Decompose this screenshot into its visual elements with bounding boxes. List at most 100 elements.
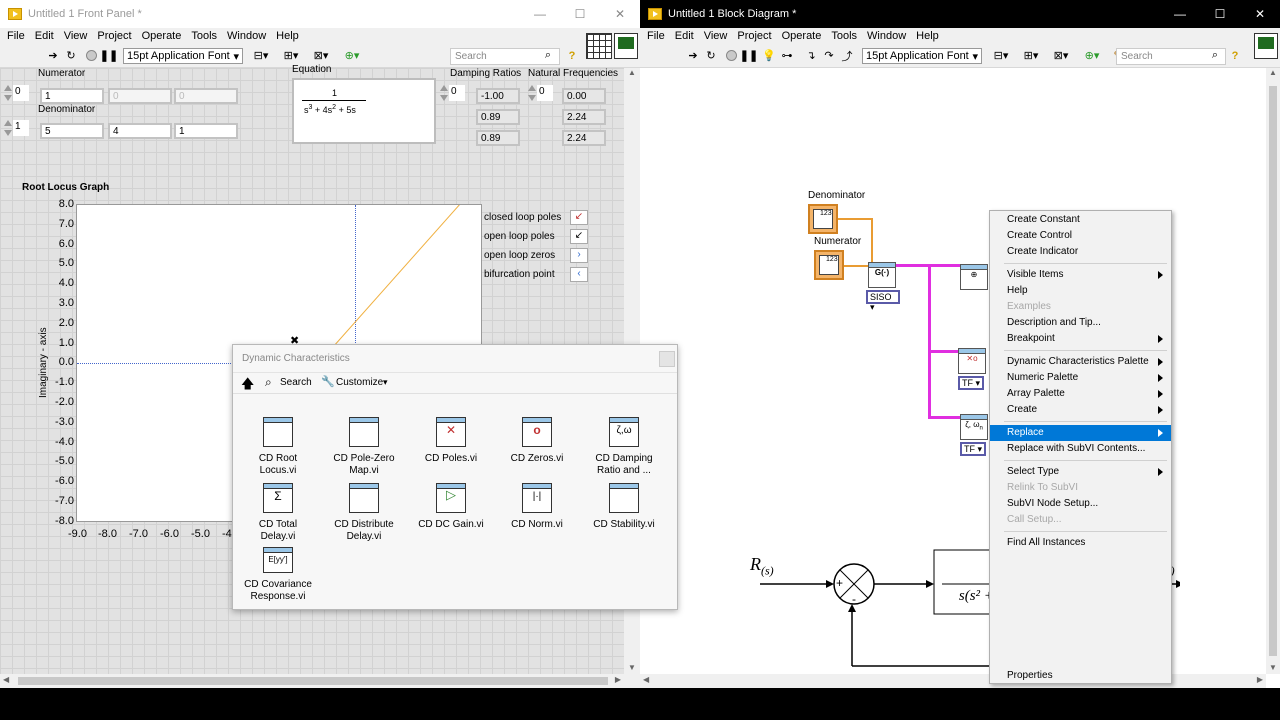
palette-item-cd-total-delay[interactable]: Σ CD Total Delay.vi (235, 483, 321, 543)
block-diagram-canvas[interactable]: Denominator 123 Numerator 123 G(·) SISO … (640, 68, 1266, 674)
palette-item-cd-stability[interactable]: CD Stability.vi (581, 483, 667, 531)
legend-swatch-open-zeros[interactable]: › (570, 248, 588, 263)
scroll-left-icon[interactable]: ◀ (3, 675, 9, 684)
natural-index[interactable]: 0 (528, 85, 554, 101)
search-icon[interactable]: ⌕ (541, 48, 555, 63)
font-select[interactable]: 15pt Application Font ▾ (123, 48, 243, 64)
highlight-execution-icon[interactable]: 💡 (762, 48, 776, 63)
ctx-breakpoint[interactable]: Breakpoint (990, 331, 1171, 347)
block-diagram-hscroll[interactable]: ◀ ▶ (640, 674, 1266, 688)
root-locus-node[interactable]: ⊕ (960, 264, 988, 290)
ctx-properties[interactable]: Properties (990, 668, 1171, 684)
step-out-icon[interactable]: ⤴ (840, 48, 854, 63)
menu-edit[interactable]: Edit (35, 30, 54, 42)
scroll-thumb[interactable] (18, 677, 608, 685)
ctx-help[interactable]: Help (990, 283, 1171, 299)
damping-index[interactable]: 0 (440, 85, 466, 101)
abort-icon[interactable] (724, 48, 738, 63)
scroll-up-icon[interactable]: ▲ (624, 68, 640, 77)
menu-operate[interactable]: Operate (782, 30, 822, 42)
ctx-find-all-instances[interactable]: Find All Instances (990, 535, 1171, 551)
tf-selector-1[interactable]: TF ▾ (958, 376, 984, 390)
numerator-index[interactable]: 0 (4, 85, 30, 101)
ctx-description-and-tip[interactable]: Description and Tip... (990, 315, 1171, 331)
denominator-element-0[interactable]: 5 (40, 123, 104, 139)
reorder-icon[interactable]: ⊕▾ (1080, 48, 1104, 63)
distribute-objects-icon[interactable]: ⊞▾ (1020, 48, 1042, 63)
ctx-replace[interactable]: Replace (990, 425, 1171, 441)
pause-icon[interactable]: ❚❚ (100, 48, 118, 63)
ctx-create[interactable]: Create (990, 402, 1171, 418)
palette-item-cd-pole-zero-map[interactable]: CD Pole-Zero Map.vi (321, 417, 407, 477)
menu-project[interactable]: Project (737, 30, 771, 42)
palette-close-icon[interactable] (659, 351, 675, 367)
pole-zero-map-node[interactable]: ✕o (958, 348, 986, 374)
palette-item-cd-damping-ratio[interactable]: ζ,ω CD Damping Ratio and ... (581, 417, 667, 477)
palette-wrench-icon[interactable]: 🔧 (321, 375, 335, 388)
step-over-icon[interactable]: ↷ (822, 48, 836, 63)
damping-ratio-node[interactable]: ζ, ωn (960, 414, 988, 440)
font-select[interactable]: 15pt Application Font ▾ (862, 48, 982, 64)
scroll-down-icon[interactable]: ▼ (1266, 663, 1280, 672)
resize-objects-icon[interactable]: ⊠▾ (310, 48, 332, 63)
menu-tools[interactable]: Tools (831, 30, 857, 42)
front-panel-titlebar[interactable]: Untitled 1 Front Panel * — ☐ ✕ (0, 0, 640, 28)
menu-file[interactable]: File (7, 30, 25, 42)
wire-denominator[interactable] (838, 218, 872, 220)
tf-selector-2[interactable]: TF ▾ (960, 442, 986, 456)
vi-icon[interactable] (614, 33, 638, 59)
reorder-icon[interactable]: ⊕▾ (340, 48, 364, 63)
run-continuously-icon[interactable]: ↻ (64, 48, 78, 63)
vi-icon[interactable] (1254, 33, 1278, 59)
palette-item-cd-distribute-delay[interactable]: CD Distribute Delay.vi (321, 483, 407, 543)
ctx-array-palette[interactable]: Array Palette (990, 386, 1171, 402)
align-objects-icon[interactable]: ⊟▾ (990, 48, 1012, 63)
numerator-element-0[interactable]: 1 (40, 88, 104, 104)
help-icon[interactable]: ? (1228, 48, 1242, 63)
tf-constructor-node[interactable]: G(·) (868, 262, 896, 288)
abort-icon[interactable] (84, 48, 98, 63)
menu-operate[interactable]: Operate (142, 30, 182, 42)
step-into-icon[interactable]: ↴ (804, 48, 818, 63)
scroll-up-icon[interactable]: ▲ (1266, 68, 1280, 77)
legend-swatch-open-poles[interactable]: ↙ (570, 229, 588, 244)
palette-item-cd-norm[interactable]: |·| CD Norm.vi (494, 483, 580, 531)
palette-search-icon[interactable]: ⌕ (265, 375, 272, 390)
wire-numerator[interactable] (844, 265, 868, 267)
palette-search-button[interactable]: Search (280, 377, 312, 388)
denominator-terminal[interactable]: 123 (808, 204, 838, 234)
palette-up-arrow-icon[interactable]: 🡅 (241, 375, 254, 397)
ctx-numeric-palette[interactable]: Numeric Palette (990, 370, 1171, 386)
ctx-replace-with-subvi-contents[interactable]: Replace with SubVI Contents... (990, 441, 1171, 457)
ctx-visible-items[interactable]: Visible Items (990, 267, 1171, 283)
denominator-element-2[interactable]: 1 (174, 123, 238, 139)
ctx-dynamic-characteristics-palette[interactable]: Dynamic Characteristics Palette (990, 354, 1171, 370)
wire-model-branch-2[interactable] (928, 350, 958, 353)
scroll-left-icon[interactable]: ◀ (643, 675, 649, 684)
menu-help[interactable]: Help (916, 30, 939, 42)
menu-view[interactable]: View (64, 30, 88, 42)
numerator-element-1[interactable]: 0 (108, 88, 172, 104)
numerator-element-2[interactable]: 0 (174, 88, 238, 104)
run-arrow-icon[interactable]: ➔ (46, 48, 60, 63)
legend-swatch-closed[interactable]: ↙ (570, 210, 588, 225)
pause-icon[interactable]: ❚❚ (740, 48, 758, 63)
block-diagram-titlebar[interactable]: Untitled 1 Block Diagram * — ☐ ✕ (640, 0, 1280, 28)
menu-file[interactable]: File (647, 30, 665, 42)
menu-project[interactable]: Project (97, 30, 131, 42)
menu-help[interactable]: Help (276, 30, 299, 42)
front-panel-hscroll[interactable]: ◀ ▶ (0, 674, 624, 688)
palette-item-cd-dc-gain[interactable]: ▷ CD DC Gain.vi (408, 483, 494, 531)
palette-customize-button[interactable]: Customize (336, 377, 383, 388)
run-arrow-icon[interactable]: ➔ (686, 48, 700, 63)
menu-window[interactable]: Window (867, 30, 906, 42)
connector-pane-icon[interactable] (586, 33, 612, 59)
menu-view[interactable]: View (704, 30, 728, 42)
close-icon[interactable]: ✕ (600, 0, 640, 28)
palette-item-cd-covariance-response[interactable]: E[yy'] CD Covariance Response.vi (235, 547, 321, 603)
block-diagram-vscroll[interactable]: ▲ ▼ (1266, 68, 1280, 674)
maximize-icon[interactable]: ☐ (560, 0, 600, 28)
ctx-select-type[interactable]: Select Type (990, 464, 1171, 480)
menu-window[interactable]: Window (227, 30, 266, 42)
scroll-right-icon[interactable]: ▶ (615, 675, 621, 684)
